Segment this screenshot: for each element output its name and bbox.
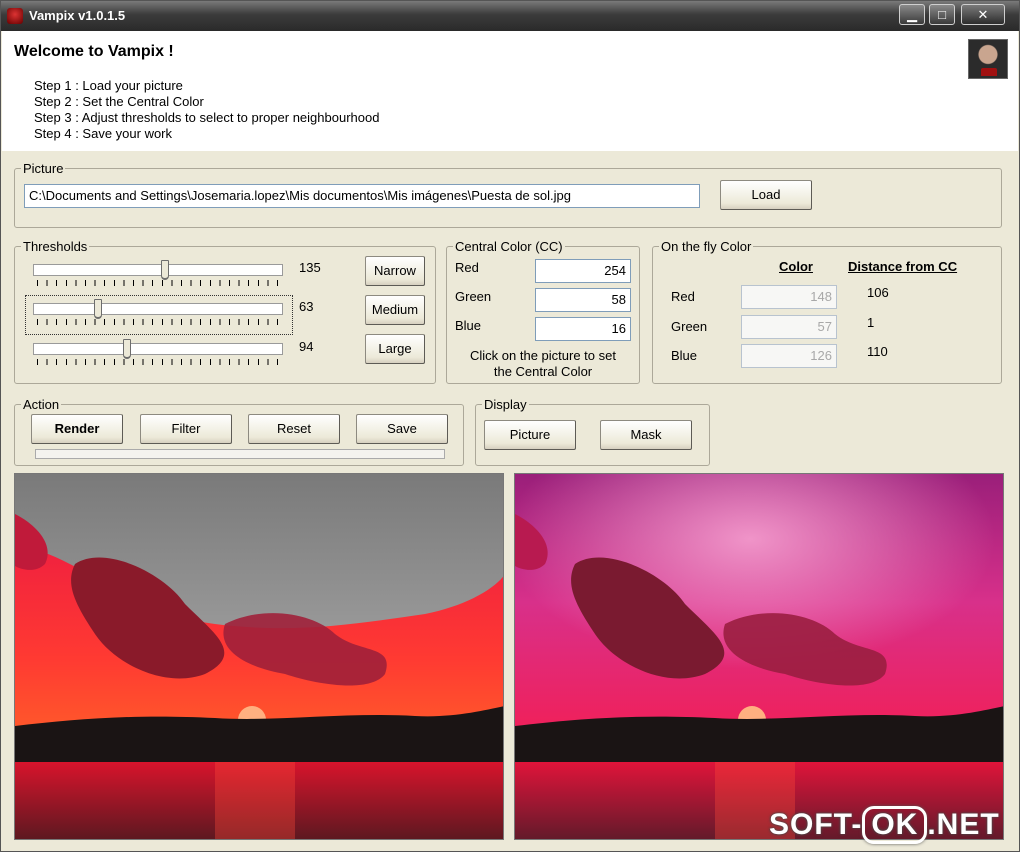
threshold-value-1: 135 (299, 260, 321, 275)
original-image[interactable] (515, 474, 1004, 840)
maximize-button[interactable]: □ (929, 4, 955, 25)
cc-blue-field[interactable]: 16 (535, 317, 631, 341)
on-the-fly-color-group: On the fly Color Color Distance from CC … (652, 239, 1002, 384)
display-group: Display Picture Mask (475, 397, 710, 466)
fly-green-distance: 1 (867, 315, 875, 330)
fly-blue-distance: 110 (867, 344, 888, 359)
watermark-ok: OK (862, 806, 928, 844)
steps-list: Step 1 : Load your picture Step 2 : Set … (34, 78, 379, 142)
step-3: Step 3 : Adjust thresholds to select to … (34, 110, 380, 125)
step-1: Step 1 : Load your picture (34, 78, 183, 93)
cc-green-field[interactable]: 58 (535, 288, 631, 312)
threshold-slider-2[interactable] (33, 297, 283, 331)
app-window: Vampix v1.0.1.5 ▁ □ ✕ Welcome to Vampix … (0, 0, 1020, 852)
render-progress-bar (35, 449, 445, 459)
slider-ticks (37, 359, 279, 365)
title-bar[interactable]: Vampix v1.0.1.5 ▁ □ ✕ (1, 1, 1019, 31)
cc-hint: Click on the picture to set the Central … (447, 348, 639, 380)
slider-track (33, 303, 283, 315)
filtered-image[interactable] (15, 474, 504, 840)
threshold-value-3: 94 (299, 339, 314, 354)
cc-hint-line-1: Click on the picture to set (470, 348, 616, 363)
display-picture-button[interactable]: Picture (484, 420, 576, 450)
threshold-value-2: 63 (299, 299, 314, 314)
reset-button[interactable]: Reset (248, 414, 340, 444)
action-group-label: Action (21, 397, 62, 412)
slider-ticks (37, 319, 279, 325)
fly-red-label: Red (671, 289, 695, 304)
author-avatar (968, 39, 1008, 79)
display-mask-button[interactable]: Mask (600, 420, 692, 450)
original-image-canvas[interactable] (514, 473, 1004, 840)
central-color-group-label: Central Color (CC) (453, 239, 565, 254)
fly-green-field: 57 (741, 315, 837, 339)
cc-green-label: Green (455, 289, 492, 304)
filtered-image-canvas[interactable] (14, 473, 504, 840)
slider-thumb[interactable] (123, 339, 131, 359)
action-group: Action Render Filter Reset Save (14, 397, 464, 466)
color-column-header: Color (779, 259, 813, 274)
medium-button[interactable]: Medium (365, 295, 425, 325)
cc-hint-line-2: the Central Color (493, 364, 593, 379)
filter-button[interactable]: Filter (140, 414, 232, 444)
cc-red-field[interactable]: 254 (535, 259, 631, 283)
on-the-fly-group-label: On the fly Color (659, 239, 754, 254)
step-4: Step 4 : Save your work (34, 126, 173, 141)
cc-red-label: Red (455, 260, 479, 275)
threshold-slider-3[interactable] (33, 337, 283, 371)
fly-red-distance: 106 (867, 285, 889, 300)
load-button[interactable]: Load (720, 180, 812, 210)
fly-red-field: 148 (741, 285, 837, 309)
narrow-button[interactable]: Narrow (365, 256, 425, 286)
minimize-button[interactable]: ▁ (899, 4, 925, 25)
slider-track (33, 343, 283, 355)
picture-group-label: Picture (21, 161, 66, 176)
slider-track (33, 264, 283, 276)
close-button[interactable]: ✕ (961, 4, 1005, 25)
threshold-slider-1[interactable] (33, 258, 283, 292)
welcome-header: Welcome to Vampix ! Step 1 : Load your p… (2, 31, 1018, 151)
slider-thumb[interactable] (94, 299, 102, 319)
display-group-label: Display (482, 397, 529, 412)
thresholds-group-label: Thresholds (21, 239, 90, 254)
large-button[interactable]: Large (365, 334, 425, 364)
fly-blue-field: 126 (741, 344, 837, 368)
picture-group: Picture C:\Documents and Settings\Josema… (14, 161, 1002, 228)
welcome-title: Welcome to Vampix ! (14, 43, 174, 60)
save-button[interactable]: Save (356, 414, 448, 444)
watermark-right: .NET (927, 808, 1000, 841)
app-logo-icon (7, 8, 23, 24)
window-title: Vampix v1.0.1.5 (29, 8, 126, 23)
watermark: SOFT- OK .NET (769, 806, 1000, 846)
fly-blue-label: Blue (671, 348, 698, 363)
render-button[interactable]: Render (31, 414, 123, 444)
slider-thumb[interactable] (161, 260, 169, 280)
thresholds-group: Thresholds 135 63 94 Narrow Medium Large (14, 239, 436, 384)
fly-green-label: Green (671, 319, 708, 334)
slider-ticks (37, 280, 279, 286)
central-color-group: Central Color (CC) Red 254 Green 58 Blue… (446, 239, 640, 384)
cc-blue-label: Blue (455, 318, 482, 333)
watermark-left: SOFT- (769, 808, 863, 841)
step-2: Step 2 : Set the Central Color (34, 94, 204, 109)
picture-path-field[interactable]: C:\Documents and Settings\Josemaria.lope… (24, 184, 700, 208)
distance-column-header: Distance from CC (848, 259, 958, 274)
